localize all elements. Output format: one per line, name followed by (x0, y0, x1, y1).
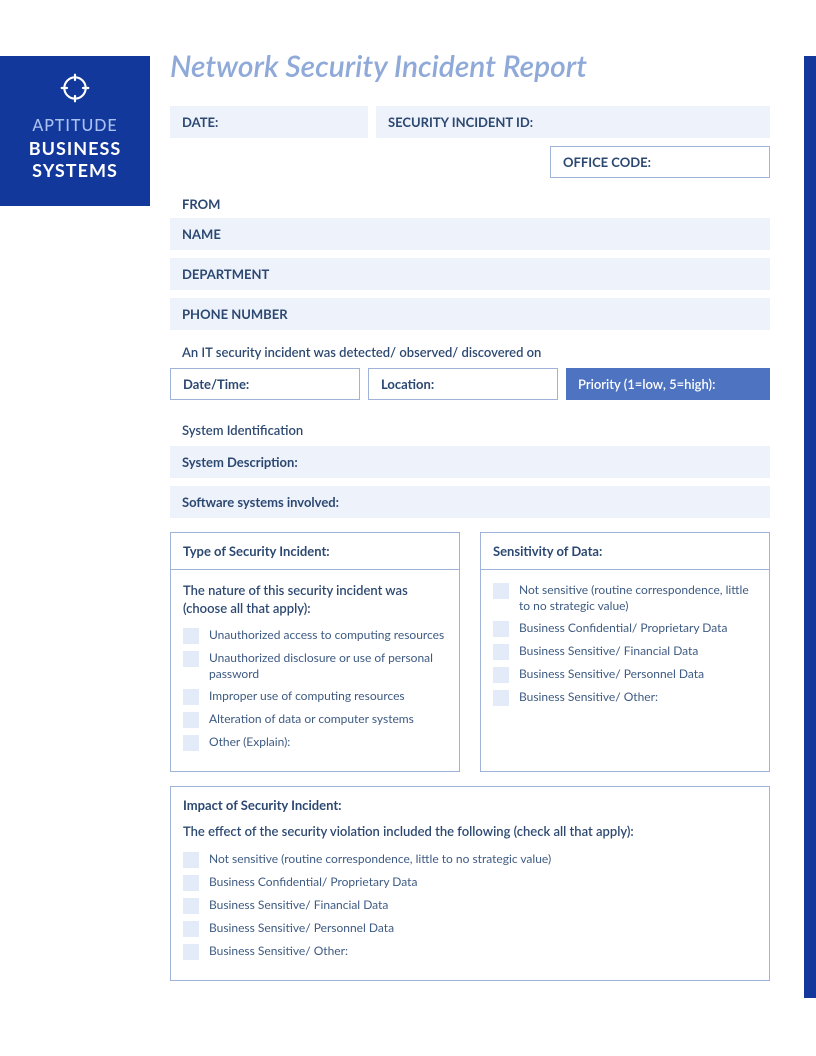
checkbox-icon (183, 944, 199, 960)
sens-opt-label: Business Sensitive/ Personnel Data (519, 666, 704, 682)
sens-opt-label: Business Sensitive/ Financial Data (519, 643, 698, 659)
sysid-label: System Identification (170, 422, 770, 438)
impact-opt-4[interactable]: Business Sensitive/ Other: (183, 943, 757, 960)
software-involved-field[interactable]: Software systems involved: (170, 486, 770, 518)
checkbox-icon (183, 712, 199, 728)
impact-opt-3[interactable]: Business Sensitive/ Personnel Data (183, 920, 757, 937)
checkbox-icon (493, 621, 509, 637)
impact-opt-1[interactable]: Business Confidential/ Proprietary Data (183, 874, 757, 891)
checkbox-icon (493, 583, 509, 599)
type-panel: Type of Security Incident: The nature of… (170, 532, 460, 772)
checkbox-icon (183, 735, 199, 751)
date-field[interactable]: DATE: (170, 106, 368, 138)
location-field[interactable]: Location: (368, 368, 558, 400)
checkbox-icon (183, 852, 199, 868)
impact-panel-head: Impact of Security Incident: (171, 787, 769, 823)
checkbox-icon (493, 667, 509, 683)
sensitivity-panel: Sensitivity of Data: Not sensitive (rout… (480, 532, 770, 772)
type-opt-0[interactable]: Unauthorized access to computing resourc… (183, 627, 447, 644)
type-opt-label: Improper use of computing resources (209, 688, 405, 704)
checkbox-icon (183, 651, 199, 667)
type-panel-head: Type of Security Incident: (171, 533, 459, 570)
impact-panel-intro: The effect of the security violation inc… (183, 823, 757, 841)
sensitivity-panel-head: Sensitivity of Data: (481, 533, 769, 570)
sens-opt-1[interactable]: Business Confidential/ Proprietary Data (493, 620, 757, 637)
type-opt-label: Alteration of data or computer systems (209, 711, 414, 727)
type-opt-label: Unauthorized disclosure or use of person… (209, 650, 447, 682)
type-opt-label: Other (Explain): (209, 734, 290, 750)
priority-field[interactable]: Priority (1=low, 5=high): (566, 368, 770, 400)
type-opt-3[interactable]: Alteration of data or computer systems (183, 711, 447, 728)
brand-line2: BUSINESS (0, 137, 150, 159)
page-title: Network Security Incident Report (170, 48, 770, 84)
checkbox-icon (493, 644, 509, 660)
brand-line3: SYSTEMS (0, 159, 150, 181)
form-content: Network Security Incident Report DATE: S… (170, 48, 770, 981)
checkbox-icon (183, 921, 199, 937)
type-panel-intro: The nature of this security incident was… (183, 582, 447, 617)
sens-opt-label: Not sensitive (routine correspondence, l… (519, 582, 757, 614)
impact-panel: Impact of Security Incident: The effect … (170, 786, 770, 981)
impact-opt-label: Business Sensitive/ Personnel Data (209, 920, 394, 936)
right-accent-stripe (804, 56, 816, 998)
from-label: FROM (170, 196, 770, 212)
impact-opt-label: Business Sensitive/ Other: (209, 943, 348, 959)
checkbox-icon (183, 875, 199, 891)
sens-opt-0[interactable]: Not sensitive (routine correspondence, l… (493, 582, 757, 614)
sens-opt-label: Business Confidential/ Proprietary Data (519, 620, 727, 636)
impact-opt-label: Business Confidential/ Proprietary Data (209, 874, 417, 890)
impact-opt-label: Business Sensitive/ Financial Data (209, 897, 388, 913)
phone-field[interactable]: PHONE NUMBER (170, 298, 770, 330)
incident-id-field[interactable]: SECURITY INCIDENT ID: (376, 106, 770, 138)
department-field[interactable]: DEPARTMENT (170, 258, 770, 290)
checkbox-icon (493, 690, 509, 706)
type-opt-label: Unauthorized access to computing resourc… (209, 627, 444, 643)
datetime-field[interactable]: Date/Time: (170, 368, 360, 400)
sens-opt-4[interactable]: Business Sensitive/ Other: (493, 689, 757, 706)
brand-line1: APTITUDE (0, 116, 150, 135)
type-opt-4[interactable]: Other (Explain): (183, 734, 447, 751)
checkbox-icon (183, 628, 199, 644)
target-icon (59, 72, 91, 104)
impact-opt-label: Not sensitive (routine correspondence, l… (209, 851, 551, 867)
type-opt-2[interactable]: Improper use of computing resources (183, 688, 447, 705)
detected-intro: An IT security incident was detected/ ob… (170, 344, 770, 360)
sens-opt-3[interactable]: Business Sensitive/ Personnel Data (493, 666, 757, 683)
checkbox-icon (183, 898, 199, 914)
name-field[interactable]: NAME (170, 218, 770, 250)
sens-opt-label: Business Sensitive/ Other: (519, 689, 658, 705)
system-description-field[interactable]: System Description: (170, 446, 770, 478)
brand-badge: APTITUDE BUSINESS SYSTEMS (0, 56, 150, 206)
office-code-field[interactable]: OFFICE CODE: (550, 146, 770, 178)
checkbox-icon (183, 689, 199, 705)
impact-opt-0[interactable]: Not sensitive (routine correspondence, l… (183, 851, 757, 868)
impact-opt-2[interactable]: Business Sensitive/ Financial Data (183, 897, 757, 914)
type-opt-1[interactable]: Unauthorized disclosure or use of person… (183, 650, 447, 682)
sens-opt-2[interactable]: Business Sensitive/ Financial Data (493, 643, 757, 660)
